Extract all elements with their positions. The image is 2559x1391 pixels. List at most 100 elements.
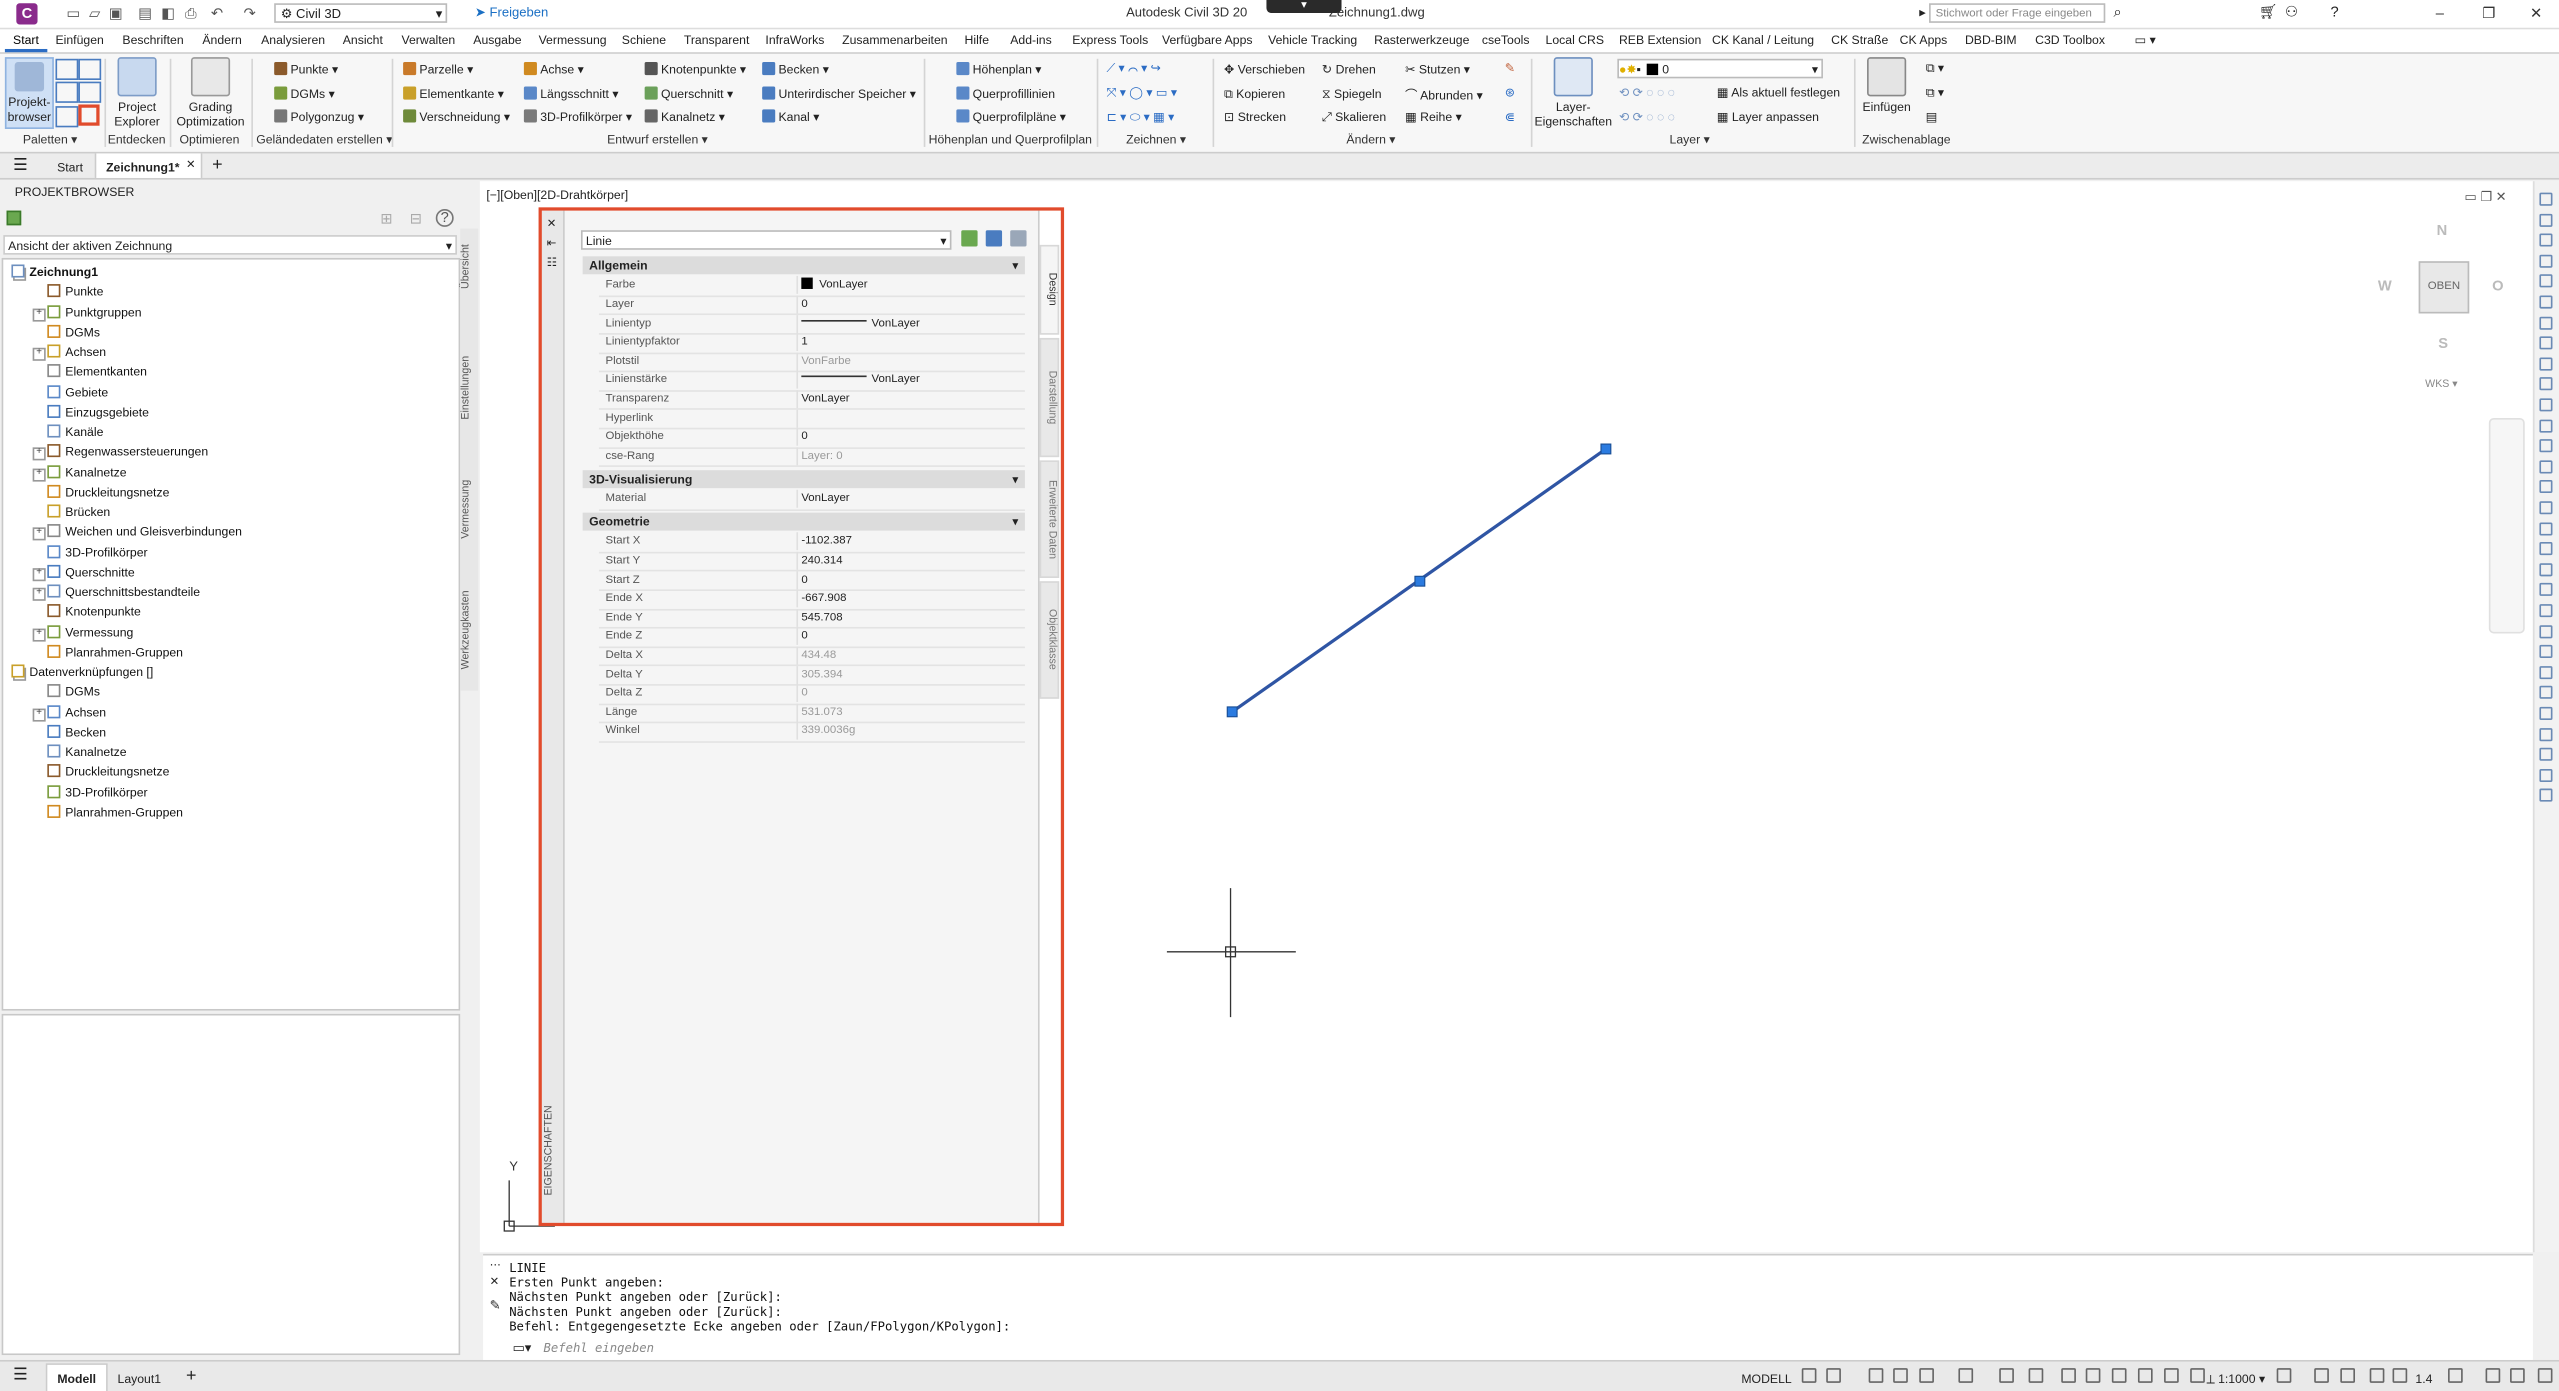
tree-item[interactable]: Planrahmen-Gruppen [47,644,183,660]
tab-dbd-bim[interactable]: DBD-BIM [1965,33,2017,48]
tab-vermessung[interactable]: Vermessung [539,33,607,48]
abrunden-button[interactable]: ⌒ Abrunden ▾ [1405,87,1483,105]
tree-item[interactable]: Datenverknüpfungen [] [11,664,153,680]
als-aktuell-button[interactable]: ▦ Als aktuell festlegen [1717,85,1840,100]
add-layout-icon[interactable]: + [186,1367,197,1387]
status-toggle-icon[interactable] [2485,1368,2501,1383]
circle-tool-icon[interactable]: ⤧ ▾ ◯ ▾ ▭ ▾ [1107,85,1178,101]
profilkoerper-button[interactable]: 3D-Profilkörper ▾ [523,109,632,124]
saveas-icon[interactable]: ▤ [137,5,153,21]
palette-toggle-icon[interactable] [78,81,102,103]
tab-verwalten[interactable]: Verwalten [401,33,455,48]
tree-item[interactable]: Kanalnetze [47,464,127,480]
tab-add-ins[interactable]: Add-ins [1010,33,1052,48]
tree-item[interactable]: Weichen und Gleisverbindungen [47,524,242,540]
tree-item[interactable]: Achsen [47,344,106,360]
tab-beschriften[interactable]: Beschriften [122,33,183,48]
viewcube-top-face[interactable]: OBEN [2418,261,2470,314]
tool-icon[interactable] [2539,418,2553,432]
close-button[interactable]: ✕ [2521,3,2550,23]
stutzen-button[interactable]: ✂ Stutzen ▾ [1405,62,1470,77]
application-menu-button[interactable]: C [16,3,38,25]
tool-icon[interactable] [2539,295,2553,309]
polygonzug-button[interactable]: Polygonzug ▾ [274,109,364,124]
ribbon-more-icon[interactable]: ▭ ▾ [2135,33,2156,48]
querprofilplaene-button[interactable]: Querprofilpläne ▾ [956,109,1066,124]
tool-icon[interactable] [2539,706,2553,720]
status-toggle-icon[interactable] [1893,1368,1908,1383]
search-icon[interactable]: ⌕ [2113,3,2121,21]
minimize-button[interactable]: – [2425,3,2454,23]
layer-eigenschaften-button[interactable]: Layer- Eigenschaften [1534,57,1612,129]
skalieren-button[interactable]: ⤢ Skalieren [1322,109,1386,125]
refresh-icon[interactable]: ⊞ [380,211,392,229]
tool-icon[interactable] [2539,501,2553,515]
sidetab-einstellungen[interactable]: Einstellungen [460,343,478,433]
grip-start[interactable] [1226,706,1238,718]
tool-icon[interactable] [2539,542,2553,556]
tool-icon[interactable] [2539,377,2553,391]
tool-icon[interactable] [2539,316,2553,330]
layer-anpassen-button[interactable]: ▦ Layer anpassen [1717,109,1819,124]
tab-transparent[interactable]: Transparent [684,33,750,48]
tree-item[interactable]: Vermessung [47,624,133,640]
tab-zusammenarbeiten[interactable]: Zusammenarbeiten [842,33,947,48]
copy-clip-icon[interactable]: ⧉ ▾ [1926,85,1944,101]
tool-icon[interactable] [2539,480,2553,494]
querschnitt-button[interactable]: Querschnitt ▾ [644,86,733,101]
tree-item[interactable]: Druckleitungsnetze [47,764,169,780]
status-toggle-icon[interactable] [1826,1368,1841,1383]
tool-icon[interactable] [2539,727,2553,741]
polyline-tool-icon[interactable]: ⊏ ▾ ⬭ ▾ ▦ ▾ [1107,109,1175,125]
speicher-button[interactable]: Unterirdischer Speicher ▾ [762,86,916,101]
grading-optimization-button[interactable]: Grading Optimization [173,57,248,129]
tab-ausgabe[interactable]: Ausgabe [473,33,521,48]
palette-toggle-icon[interactable] [55,106,79,128]
help-icon[interactable]: ? [2331,3,2339,19]
strecken-button[interactable]: ⊡ Strecken [1224,109,1286,124]
status-toggle-icon[interactable] [1958,1368,1974,1383]
tab-modell[interactable]: Modell [45,1363,108,1391]
tool-icon[interactable] [2539,213,2553,227]
drag-handle-icon[interactable]: ⋯ [490,1259,501,1271]
hamburger-icon[interactable]: ☰ [13,157,28,175]
tool-icon[interactable] [2539,336,2553,350]
drehen-button[interactable]: ↻ Drehen [1322,62,1376,77]
tab-start[interactable]: Start [57,160,83,175]
verschneidung-button[interactable]: Verschneidung ▾ [403,109,510,124]
layer-dropdown[interactable]: ●✸▪ 0 ▾ [1617,58,1823,79]
tree-item[interactable]: Elementkanten [47,364,147,380]
punkte-button[interactable]: Punkte ▾ [274,62,338,77]
tab-hilfe[interactable]: Hilfe [965,33,990,48]
tab-layout1[interactable]: Layout1 [118,1371,162,1386]
status-toggle-icon[interactable] [1999,1368,2014,1383]
tree-item[interactable]: Punktgruppen [47,304,142,320]
tab-local-crs[interactable]: Local CRS [1546,33,1605,48]
print-icon[interactable]: ⎙ [183,5,199,21]
status-toggle-icon[interactable] [1919,1368,1934,1383]
save-icon[interactable]: ▣ [108,5,124,21]
chevron-right-icon[interactable]: ▸ [1919,5,1926,20]
status-toggle-icon[interactable] [2190,1368,2205,1383]
tool-icon[interactable] [2539,398,2553,412]
dgms-button[interactable]: DGMs ▾ [274,86,335,101]
model-space-toggle[interactable]: MODELL [1741,1371,1791,1386]
browser-view-dropdown[interactable]: Ansicht der aktiven Zeichnung ▾ [3,235,457,255]
knotenpunkte-button[interactable]: Knotenpunkte ▾ [644,62,746,77]
new-icon[interactable]: ▭ [65,5,81,21]
tab-vehicle-tracking[interactable]: Vehicle Tracking [1268,33,1357,48]
palette-toggle-icon[interactable] [78,58,102,80]
status-toggle-icon[interactable] [2164,1368,2179,1383]
tool-icon[interactable] [2539,686,2553,700]
projektbrowser-button[interactable]: Projekt- browser [4,57,54,129]
viewcube-north[interactable]: N [2437,222,2448,238]
offset-icon[interactable]: ⋐ [1505,109,1515,124]
tool-icon[interactable] [2539,274,2553,288]
tool-icon[interactable] [2539,460,2553,474]
tree-item[interactable]: Zeichnung1 [11,264,98,280]
tree-item[interactable]: Punkte [47,284,103,300]
spiegeln-button[interactable]: ⧖ Spiegeln [1322,87,1382,103]
projectbrowser-toggle-icon[interactable] [6,210,22,226]
status-toggle-icon[interactable] [2537,1368,2553,1383]
web-icon[interactable]: ◧ [160,5,176,21]
